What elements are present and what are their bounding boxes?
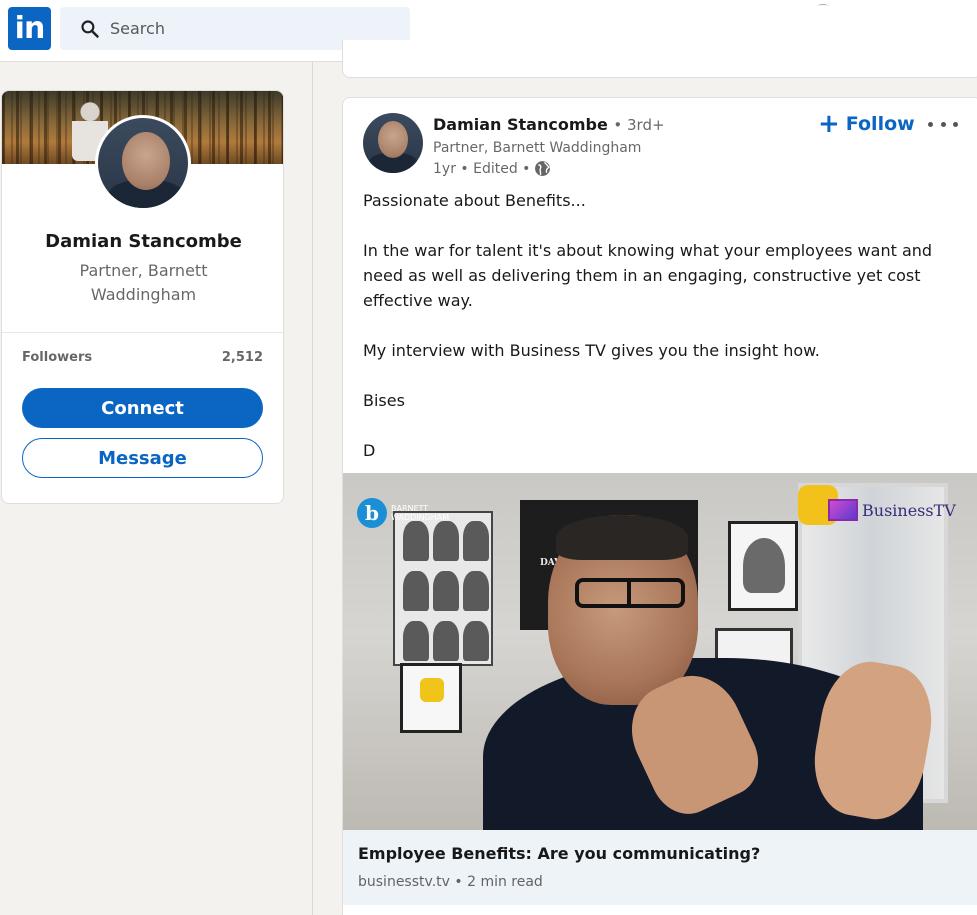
column-divider [312, 62, 313, 915]
previous-post-card [342, 40, 977, 78]
person-hair [556, 515, 688, 560]
article-meta: businesstv.tv • 2 min read [358, 874, 543, 890]
bw-wordmark: BARNETT WADDINGHAM [391, 504, 450, 522]
post-text: Passionate about Benefits... In the war … [363, 188, 963, 463]
article-title[interactable]: Employee Benefits: Are you communicating… [358, 844, 760, 863]
nav-partial-icon [818, 4, 828, 8]
post-line: Passionate about Benefits... [363, 191, 586, 210]
more-horizontal-icon[interactable] [928, 112, 958, 136]
post-line: In the war for talent it's about knowing… [363, 241, 933, 310]
profile-name[interactable]: Damian Stancombe [2, 231, 283, 252]
dot [940, 121, 946, 127]
post-time: 1yr • Edited • [433, 160, 531, 177]
search-icon [81, 19, 99, 38]
avatar-face [378, 121, 408, 158]
businesstv-logo: BusinessTV [828, 499, 956, 521]
connection-degree: • 3rd+ [613, 116, 665, 134]
followers-label: Followers [22, 350, 93, 365]
post-meta: 1yr • Edited • [433, 160, 551, 177]
follow-button[interactable]: + Follow [818, 110, 915, 138]
follow-label: Follow [845, 113, 915, 135]
followers-count: 2,512 [221, 350, 263, 365]
post-author[interactable]: Damian Stancombe • 3rd+ [433, 115, 665, 134]
post-line: Bises [363, 391, 405, 410]
tv-screen-icon [828, 499, 858, 521]
video-thumbnail[interactable]: DAVID BOWIE b BARNETT WADDINGHAM Busines… [343, 473, 977, 830]
profile-headline: Partner, Barnett Waddingham [79, 261, 208, 304]
post-line: My interview with Business TV gives you … [363, 341, 820, 360]
feed-post: Damian Stancombe • 3rd+ Partner, Barnett… [342, 97, 977, 915]
businesstv-wordmark: BusinessTV [862, 500, 956, 520]
author-avatar[interactable] [363, 113, 423, 173]
bw-mark: b [357, 498, 387, 528]
connect-button[interactable]: Connect [22, 388, 263, 428]
avatar-face [122, 132, 170, 190]
glasses [575, 578, 685, 608]
wall-frame-lego [400, 663, 462, 733]
wall-poster-left [393, 511, 493, 666]
message-button[interactable]: Message [22, 438, 263, 478]
article-link-card[interactable]: Employee Benefits: Are you communicating… [343, 830, 977, 905]
globe-icon [535, 161, 551, 176]
dot [953, 121, 958, 127]
author-headline: Partner, Barnett Waddingham [433, 140, 642, 156]
wall-frame-portrait [728, 521, 798, 611]
profile-card: Damian Stancombe Partner, Barnett Waddin… [1, 90, 284, 504]
plus-icon: + [818, 109, 840, 139]
divider [2, 332, 283, 333]
barnett-waddingham-logo: b BARNETT WADDINGHAM [357, 498, 471, 528]
search-input[interactable] [110, 19, 390, 38]
dot [928, 121, 933, 127]
author-name[interactable]: Damian Stancombe [433, 115, 608, 134]
profile-avatar[interactable] [95, 115, 191, 211]
linkedin-logo[interactable]: in [8, 7, 51, 50]
post-line: D [363, 441, 376, 460]
